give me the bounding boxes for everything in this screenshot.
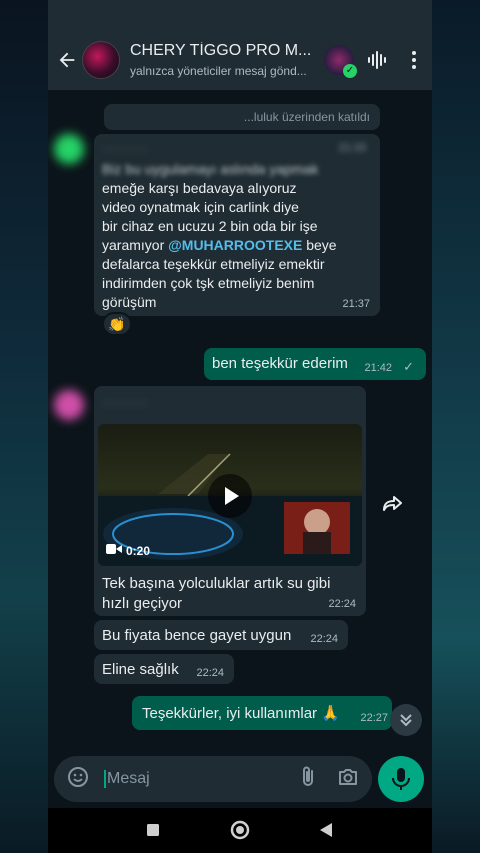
nav-recents-icon	[147, 824, 159, 836]
sender-name: ··········	[102, 140, 149, 156]
phone-screen: CHERY TİGGO PRO M... yalnızca yöneticile…	[48, 0, 432, 853]
message-bubble-incoming[interactable]: ·········· 21:33 Biz bu uygulamayı aslın…	[94, 134, 380, 316]
message-input-placeholder: Mesaj	[107, 770, 150, 788]
message-text: Teşekkürler, iyi kullanımlar 🙏	[142, 705, 340, 722]
play-button[interactable]	[208, 474, 252, 518]
message-text: ben teşekkür ederim	[212, 355, 348, 372]
sender-avatar[interactable]	[54, 134, 84, 164]
sender-avatar[interactable]	[54, 390, 84, 420]
attach-icon[interactable]	[298, 765, 318, 794]
text-before-mention: yaramıyor	[102, 237, 169, 253]
waveform-icon[interactable]	[366, 48, 390, 72]
text-cursor	[104, 769, 106, 788]
video-caption-line: Tek başına yolculuklar artık su gibi	[102, 575, 331, 592]
background-left	[0, 0, 48, 853]
message-text: Bu fiyata bence gayet uygun	[102, 627, 292, 644]
video-duration: 0:20	[126, 544, 151, 558]
sticker-icon[interactable]	[66, 765, 90, 794]
community-avatar[interactable]: ✓	[324, 45, 357, 78]
video-duration-badge: 0:20	[106, 542, 150, 560]
message-bubble-outgoing[interactable]: ben teşekkür ederim 21:42 ✓	[204, 348, 426, 380]
message-line: bir cihaz en ucuzu 2 bin oda bir işe	[102, 218, 318, 234]
chat-header[interactable]: CHERY TİGGO PRO M... yalnızca yöneticile…	[48, 0, 432, 90]
message-line: indirimden çok tşk etmeliyiz benim	[102, 275, 315, 291]
background-right	[432, 0, 480, 853]
chat-area[interactable]: ...luluk üzerinden katıldı ·········· 21…	[48, 90, 432, 750]
mic-icon	[392, 768, 410, 790]
mic-button[interactable]	[378, 756, 424, 802]
system-navigation-bar	[48, 808, 432, 853]
message-time: 22:24	[310, 633, 338, 645]
message-line: görüşüm	[102, 294, 157, 310]
sender-name: ··········	[102, 394, 149, 410]
message-time: 21:37	[342, 298, 370, 310]
video-camera-icon	[106, 542, 122, 560]
chat-title-block[interactable]: CHERY TİGGO PRO M... yalnızca yöneticile…	[130, 42, 324, 78]
more-vertical-icon[interactable]	[404, 48, 424, 72]
blurred-time: 21:33	[338, 142, 366, 154]
sent-check-icon: ✓	[403, 359, 414, 374]
message-bubble-outgoing[interactable]: Teşekkürler, iyi kullanımlar 🙏 22:27	[132, 696, 392, 730]
forward-icon[interactable]	[378, 490, 406, 518]
mention-link[interactable]: @MUHARROOTEXE	[168, 237, 302, 253]
message-time: 21:42	[364, 362, 392, 374]
chevron-down-icon	[400, 714, 412, 727]
reaction-badge[interactable]: 👏	[102, 312, 132, 336]
video-thumbnail[interactable]: 0:20	[98, 424, 362, 566]
chat-subtitle: yalnızca yöneticiler mesaj gönd...	[130, 64, 307, 78]
video-message-bubble[interactable]: ·········· 0:20 Tek başına yolculuklar a…	[94, 386, 366, 616]
check-badge-icon: ✓	[343, 64, 357, 78]
message-line: emeğe karşı bedavaya alıyoruz	[102, 180, 297, 196]
message-time: 22:24	[196, 667, 224, 679]
nav-buttons	[147, 820, 332, 840]
group-avatar[interactable]	[82, 41, 120, 79]
chat-title: CHERY TİGGO PRO M...	[130, 42, 312, 59]
back-arrow-icon[interactable]	[56, 49, 78, 71]
system-notice: ...luluk üzerinden katıldı	[104, 104, 380, 130]
message-text: Eline sağlık	[102, 661, 179, 678]
message-time: 22:24	[328, 598, 356, 610]
video-caption-line: hızlı geçiyor	[102, 595, 183, 612]
message-line-mention: yaramıyor @MUHARROOTEXE beye	[102, 236, 337, 255]
camera-icon[interactable]	[336, 765, 360, 794]
message-input-bar[interactable]: Mesaj	[54, 756, 372, 802]
message-bubble-incoming[interactable]: Eline sağlık 22:24	[94, 654, 234, 684]
text-after-mention: beye	[302, 237, 337, 253]
message-input[interactable]: Mesaj	[104, 769, 298, 788]
message-line-blurred: Biz bu uygulamayı aslında yapmak	[102, 161, 319, 177]
message-time: 22:27	[360, 712, 388, 724]
scroll-down-button[interactable]	[390, 704, 422, 736]
message-line: video oynatmak için carlink diye	[102, 199, 299, 215]
nav-back-icon	[320, 823, 332, 837]
message-line: defalarca teşekkür etmeliyiz emektir	[102, 256, 325, 272]
message-bubble-incoming[interactable]: Bu fiyata bence gayet uygun 22:24	[94, 620, 348, 650]
